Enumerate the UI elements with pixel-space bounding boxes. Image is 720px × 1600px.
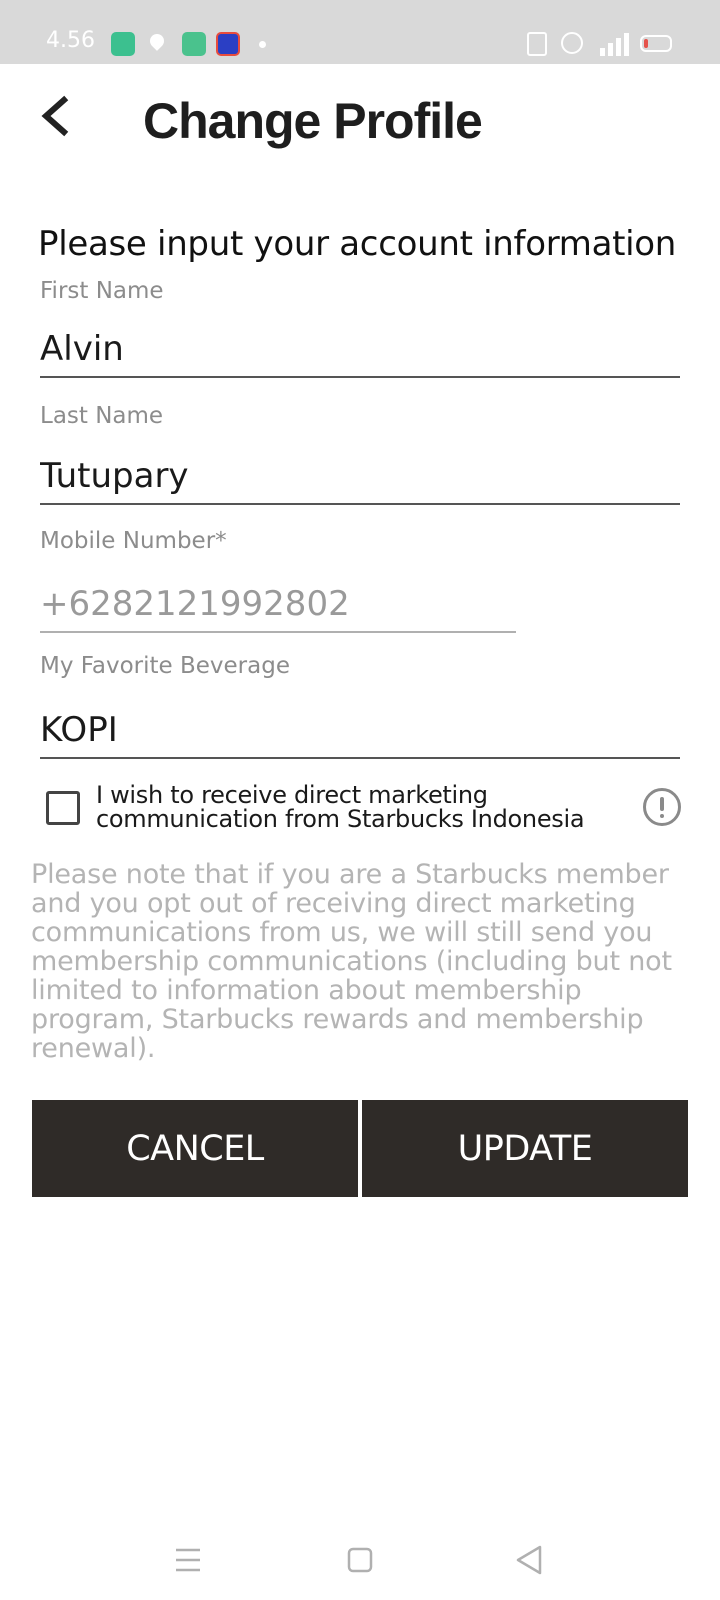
change-profile-screen: 4.56 Change Profile Please input your ac… [0,0,720,1600]
vibrate-icon [527,32,547,56]
last-name-input[interactable] [40,449,680,505]
back-button[interactable] [36,94,84,142]
status-time: 4.56 [46,28,95,53]
app-icon [216,32,240,56]
chevron-left-icon [41,95,69,137]
home-square-icon[interactable] [334,1534,386,1586]
last-name-label: Last Name [40,403,164,429]
battery-icon [640,35,672,52]
marketing-disclaimer: Please note that if you are a Starbucks … [31,859,672,1064]
location-icon [147,31,167,51]
update-button[interactable]: UPDATE [362,1100,688,1197]
back-triangle-icon[interactable] [504,1534,556,1586]
app-icon [182,32,206,56]
marketing-checkbox[interactable] [46,791,80,825]
page-title: Change Profile [143,93,483,149]
mobile-number-label: Mobile Number* [40,528,227,554]
alarm-icon [561,32,583,54]
first-name-input[interactable] [40,322,680,378]
form-heading: Please input your account information [38,224,677,264]
favorite-beverage-label: My Favorite Beverage [40,653,290,679]
marketing-consent-label: I wish to receive direct marketing commu… [96,781,585,833]
mobile-number-input[interactable] [40,577,516,633]
cancel-button[interactable]: CANCEL [32,1100,358,1197]
first-name-label: First Name [40,278,164,304]
info-icon[interactable] [643,788,681,826]
signal-4g-icon [590,32,629,56]
favorite-beverage-input[interactable] [40,703,680,759]
system-nav-bar [0,1520,720,1600]
menu-icon[interactable] [162,1534,214,1586]
status-bar: 4.56 [0,0,720,64]
app-icon [111,32,135,56]
notification-dot [259,41,266,48]
